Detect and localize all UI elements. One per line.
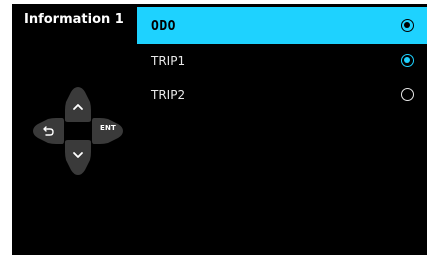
list-item-label: TRIP1: [151, 54, 186, 68]
radio-selected-icon[interactable]: [401, 54, 414, 67]
list-item-label: TRIP2: [151, 88, 186, 102]
enter-label: ENT: [100, 124, 117, 132]
display-screen: Information 1 ENT ODO TRIP1 TRIP2: [12, 4, 427, 255]
radio-selected-icon[interactable]: [401, 19, 414, 32]
option-list: ODO TRIP1 TRIP2: [137, 7, 427, 112]
list-item-trip2[interactable]: TRIP2: [137, 78, 427, 112]
left-panel: Information 1 ENT: [12, 4, 136, 255]
list-item-label: ODO: [151, 19, 176, 34]
page-title: Information 1: [24, 12, 124, 27]
up-button[interactable]: [65, 87, 91, 122]
list-item-trip1[interactable]: TRIP1: [137, 44, 427, 78]
back-button[interactable]: [33, 118, 64, 144]
radio-unselected-icon[interactable]: [401, 88, 414, 101]
down-button[interactable]: [65, 140, 91, 175]
list-item-odo[interactable]: ODO: [137, 7, 427, 44]
dpad: ENT: [30, 84, 126, 178]
